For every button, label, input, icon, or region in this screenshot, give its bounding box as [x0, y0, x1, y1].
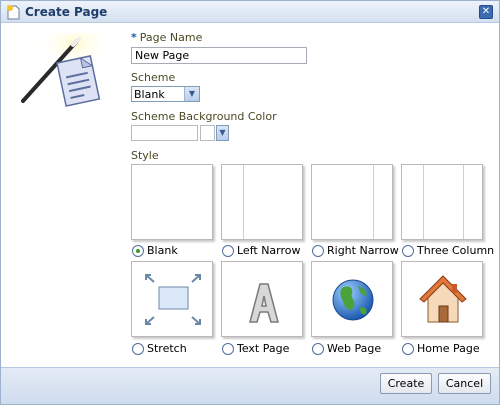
- scheme-select-value: Blank: [134, 88, 165, 101]
- close-button[interactable]: ✕: [479, 5, 493, 19]
- layout-divider: [423, 165, 424, 239]
- style-label-right-narrow: Right Narrow: [327, 244, 399, 257]
- wizard-page-icon: [21, 33, 111, 107]
- stretch-icon: [145, 274, 201, 325]
- create-button[interactable]: Create: [380, 373, 432, 394]
- page-name-input[interactable]: [131, 47, 307, 64]
- scheme-select[interactable]: Blank ▼: [131, 86, 200, 102]
- style-radio-left-narrow[interactable]: [222, 245, 234, 257]
- dialog-titlebar: Create Page ✕: [1, 1, 499, 23]
- style-thumb-left-narrow[interactable]: [221, 164, 303, 240]
- page-name-label: * Page Name: [131, 31, 202, 44]
- dialog-footer: Create Cancel: [1, 367, 499, 404]
- letter-a-icon: [249, 283, 279, 323]
- style-thumb-three-column[interactable]: [401, 164, 483, 240]
- house-icon: [419, 275, 467, 323]
- style-thumb-right-narrow[interactable]: [311, 164, 393, 240]
- style-radio-stretch[interactable]: [132, 343, 144, 355]
- style-radio-blank[interactable]: [132, 245, 144, 257]
- dialog-title: Create Page: [25, 5, 108, 19]
- style-thumb-stretch[interactable]: [131, 261, 213, 337]
- layout-divider: [243, 165, 244, 239]
- style-thumb-web-page[interactable]: [311, 261, 393, 337]
- page-name-label-text: Page Name: [139, 31, 203, 44]
- cancel-button[interactable]: Cancel: [438, 373, 491, 394]
- style-label-web-page: Web Page: [327, 342, 382, 355]
- style-radio-three-column[interactable]: [402, 245, 414, 257]
- style-label-home-page: Home Page: [417, 342, 480, 355]
- scheme-label: Scheme: [131, 71, 176, 84]
- color-picker-chevron-icon[interactable]: ▼: [216, 125, 229, 141]
- style-label: Style: [131, 149, 159, 162]
- style-radio-web-page[interactable]: [312, 343, 324, 355]
- chevron-down-icon[interactable]: ▼: [184, 87, 199, 101]
- new-page-icon: [7, 5, 20, 20]
- style-radio-text-page[interactable]: [222, 343, 234, 355]
- style-thumb-home-page[interactable]: [401, 261, 483, 337]
- layout-divider: [463, 165, 464, 239]
- scheme-bg-color-input[interactable]: [131, 125, 198, 141]
- style-label-left-narrow: Left Narrow: [237, 244, 301, 257]
- style-label-text-page: Text Page: [237, 342, 290, 355]
- scheme-bg-label: Scheme Background Color: [131, 110, 277, 123]
- create-page-dialog: Create Page ✕ *Page Name Scheme Blank ▼ …: [0, 0, 500, 405]
- globe-icon: [332, 279, 374, 321]
- style-thumb-text-page[interactable]: [221, 261, 303, 337]
- color-swatch[interactable]: [200, 125, 215, 141]
- style-radio-right-narrow[interactable]: [312, 245, 324, 257]
- required-marker: *: [131, 31, 137, 44]
- close-icon: ✕: [481, 6, 491, 17]
- style-label-blank: Blank: [147, 244, 178, 257]
- style-label-stretch: Stretch: [147, 342, 187, 355]
- style-label-three-column: Three Column: [417, 244, 495, 257]
- style-radio-home-page[interactable]: [402, 343, 414, 355]
- style-thumb-blank[interactable]: [131, 164, 213, 240]
- layout-divider: [373, 165, 374, 239]
